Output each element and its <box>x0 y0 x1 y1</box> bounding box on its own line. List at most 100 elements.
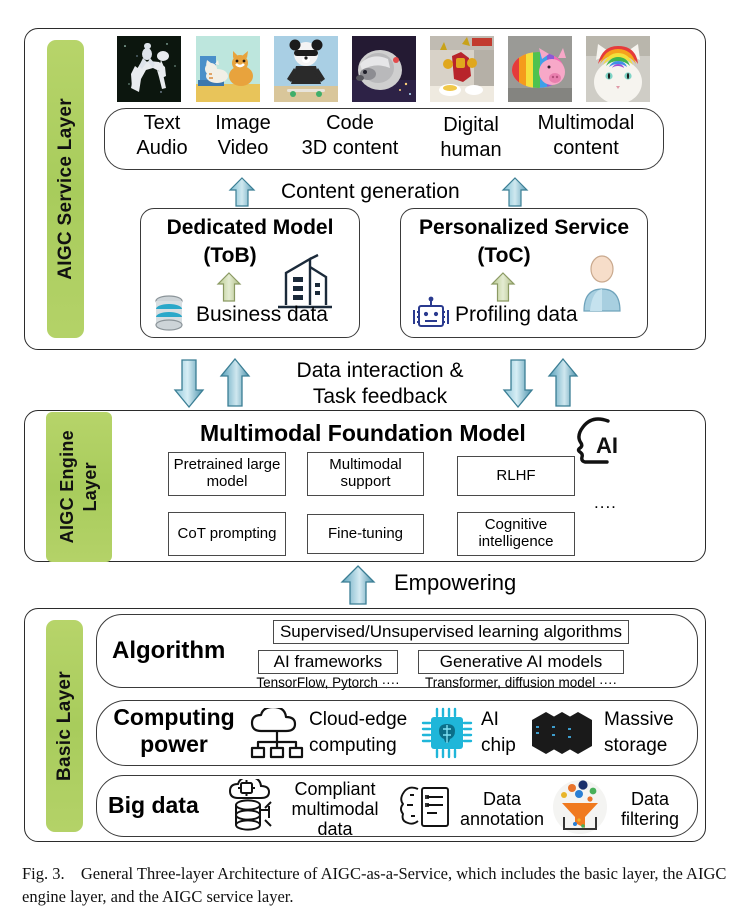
capability-label: RLHF <box>496 466 536 484</box>
aigc-engine-layer-tab: AIGC Engine Layer <box>46 412 112 562</box>
thumbnail-panda-skateboard <box>274 36 338 102</box>
figure-caption: Fig. 3. General Three-layer Architecture… <box>22 862 734 909</box>
content-type-top: Digital <box>443 114 499 136</box>
dedicated-model-title-line1: Dedicated Model <box>166 216 334 239</box>
massive-storage-label-line1: Massive <box>604 709 674 730</box>
data-interaction-label-line1: Data interaction & <box>296 359 464 382</box>
multimodal-foundation-model-title: Multimodal Foundation Model <box>200 420 526 446</box>
capability-label: CoT prompting <box>177 524 277 542</box>
massive-storage-label-line2: storage <box>604 735 668 756</box>
aigc-engine-layer-tab-label-line2: Layer <box>80 462 100 512</box>
cloud-database-icon <box>222 775 278 840</box>
algorithm-ai-frameworks-box: AI frameworks <box>258 650 398 674</box>
compliant-multimodal-data-line1: Compliant <box>294 779 376 799</box>
computing-power-title-line1: Computing <box>113 704 235 730</box>
algorithm-box-label: Generative AI models <box>439 652 603 672</box>
data-interaction-up-arrow-right-icon <box>546 357 580 413</box>
content-generation-arrow-left-icon <box>228 177 256 212</box>
personalized-service-title-line2: (ToC) <box>477 244 531 267</box>
dedicated-model-data-label: Business data <box>196 303 328 326</box>
thumbnail-rainbow-hair-cat <box>586 36 650 102</box>
thumbnail-cat-and-corgi <box>196 36 260 102</box>
funnel-filter-icon <box>552 779 608 840</box>
figure-caption-label: Fig. 3. <box>22 864 65 883</box>
data-interaction-down-arrow-left-icon <box>172 358 206 413</box>
capability-label: Pretrained large model <box>173 456 281 490</box>
content-type-bottom: Video <box>217 137 269 159</box>
capability-cognitive-intelligence: Cognitive intelligence <box>457 512 575 556</box>
empowering-up-arrow-icon <box>340 565 376 610</box>
data-interaction-down-arrow-right-icon <box>501 358 535 413</box>
cloud-edge-label-line2: computing <box>309 735 397 756</box>
server-rack-icon <box>528 706 598 763</box>
algorithm-ai-frameworks-sub: TensorFlow, Pytorch ···· <box>256 675 400 690</box>
content-type-bottom: Audio <box>136 137 188 159</box>
aigc-engine-layer-tab-label-line1: AIGC Engine <box>57 430 77 544</box>
data-interaction-label-line2: Task feedback <box>312 385 448 408</box>
algorithm-box-label: AI frameworks <box>273 652 383 672</box>
content-type-image-video: Image Video <box>205 112 281 160</box>
content-type-bottom: content <box>553 137 619 159</box>
capability-fine-tuning: Fine-tuning <box>307 514 424 554</box>
robot-icon <box>409 296 453 339</box>
cloud-edge-label-line1: Cloud-edge <box>309 709 408 730</box>
capability-cot-prompting: CoT prompting <box>168 512 286 556</box>
thumbnail-iron-man-cooking <box>430 36 494 102</box>
algorithm-supervised-unsupervised-box: Supervised/Unsupervised learning algorit… <box>273 620 629 644</box>
capability-rlhf: RLHF <box>457 456 575 496</box>
data-annotation-line1: Data <box>482 789 522 809</box>
svg-text:AI: AI <box>596 433 618 458</box>
basic-layer-tab: Basic Layer <box>46 620 83 832</box>
thumbnail-astronaut-riding-horse <box>117 36 181 102</box>
content-type-bottom: human <box>440 139 502 161</box>
computing-power-title-line2: power <box>140 731 208 757</box>
compliant-multimodal-data-line2: multimodal <box>291 799 379 819</box>
data-filtering-line2: filtering <box>620 809 680 829</box>
data-filtering-line1: Data <box>630 789 670 809</box>
empowering-label: Empowering <box>394 570 517 595</box>
content-type-top: Text <box>143 112 181 134</box>
data-interaction-up-arrow-left-icon <box>218 357 252 413</box>
personalized-service-green-up-arrow-icon <box>490 272 516 307</box>
basic-layer-tab-label: Basic Layer <box>53 671 75 781</box>
aigc-service-layer-tab: AIGC Service Layer <box>47 40 84 338</box>
capability-label: Multimodal support <box>329 456 402 490</box>
personalized-service-title-line1: Personalized Service <box>418 216 630 239</box>
ai-head-icon: AI <box>570 413 626 474</box>
annotation-icon <box>398 783 454 838</box>
compliant-multimodal-data-line3: data <box>317 819 353 839</box>
content-generation-arrow-right-icon <box>501 177 529 212</box>
algorithm-title: Algorithm <box>112 637 226 664</box>
algorithm-generative-ai-models-sub: Transformer, diffusion model ···· <box>424 675 618 690</box>
capability-label: Cognitive intelligence <box>478 516 554 550</box>
content-type-multimodal-content: Multimodal content <box>524 112 648 160</box>
engine-layer-ellipsis: .... <box>594 493 617 512</box>
capability-pretrained-large-model: Pretrained large model <box>168 452 286 496</box>
content-generation-label: Content generation <box>281 180 460 203</box>
personalized-service-data-label: Profiling data <box>455 303 578 326</box>
ai-chip-label-line2: chip <box>481 735 516 756</box>
ai-chip-icon <box>420 706 474 765</box>
algorithm-generative-ai-models-box: Generative AI models <box>418 650 624 674</box>
content-type-top: Multimodal <box>537 112 635 134</box>
content-type-top: Code <box>326 112 374 134</box>
thumbnail-raccoon-astronaut <box>352 36 416 102</box>
capability-multimodal-support: Multimodal support <box>307 452 424 496</box>
aigc-service-layer-tab-label: AIGC Service Layer <box>54 98 76 280</box>
ai-chip-label-line1: AI <box>481 709 499 730</box>
content-type-text-audio: Text Audio <box>131 112 193 160</box>
database-icon <box>152 294 186 339</box>
content-type-top: Image <box>215 112 271 134</box>
content-type-digital-human: Digital human <box>424 114 518 162</box>
data-annotation-line2: annotation <box>459 809 545 829</box>
big-data-title: Big data <box>108 792 199 818</box>
algorithm-box-label: Supervised/Unsupervised learning algorit… <box>279 622 623 642</box>
cloud-edge-icon <box>248 705 306 765</box>
figure-caption-text: General Three-layer Architecture of AIGC… <box>22 864 727 907</box>
content-type-code-3d: Code 3D content <box>290 112 410 160</box>
thumbnail-rainbow-pig <box>508 36 572 102</box>
capability-label: Fine-tuning <box>327 524 404 542</box>
content-type-bottom: 3D content <box>301 137 399 159</box>
user-avatar-icon <box>578 255 626 318</box>
dedicated-model-green-up-arrow-icon <box>216 272 242 307</box>
